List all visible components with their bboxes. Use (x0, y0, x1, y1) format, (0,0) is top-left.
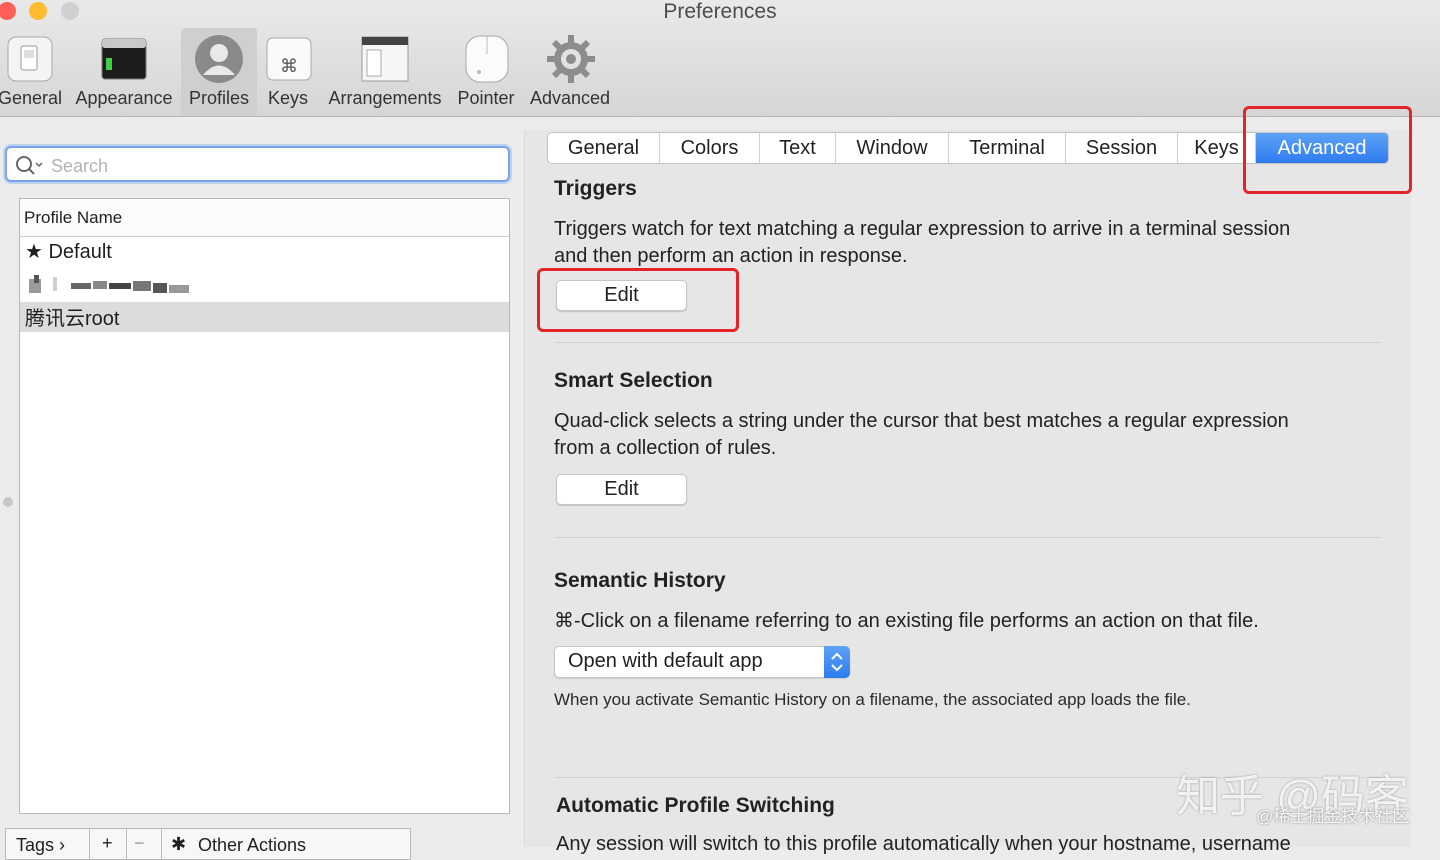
triggers-description-line: Triggers watch for text matching a regul… (554, 218, 1291, 240)
remove-profile-button[interactable]: − (134, 833, 145, 854)
tab-colors[interactable]: Colors (660, 133, 760, 163)
profile-row-label: 腾讯云root (25, 308, 120, 330)
toolbar-general-label: General (0, 88, 63, 108)
smart-selection-description-line: from a collection of rules. (554, 437, 777, 459)
user-silhouette-icon (195, 35, 243, 83)
redacted-profile-name (29, 275, 189, 293)
semantic-history-note: When you activate Semantic History on a … (554, 690, 1191, 709)
split-view-drag-handle[interactable] (3, 497, 13, 507)
semantic-history-selected-option: Open with default app (568, 650, 763, 672)
toolbar-pointer-label: Pointer (457, 88, 515, 108)
triggers-description-line: and then perform an action in response. (554, 245, 908, 267)
toolbar-appearance[interactable]: Appearance (73, 28, 175, 116)
add-profile-button[interactable]: + (102, 833, 113, 854)
toolbar-pointer[interactable]: Pointer (454, 28, 518, 116)
triggers-description: Triggers watch for text matching a regul… (554, 216, 1290, 270)
toolbar-profiles[interactable]: Profiles (181, 28, 257, 116)
divider (126, 829, 127, 859)
smart-selection-edit-button[interactable]: Edit (556, 474, 687, 505)
tab-terminal[interactable]: Terminal (949, 133, 1066, 163)
section-divider (554, 537, 1382, 538)
search-icon (16, 156, 43, 175)
toolbar-appearance-label: Appearance (75, 88, 173, 108)
window-arrangement-icon (361, 36, 409, 82)
semantic-history-description: ⌘-Click on a filename referring to an ex… (554, 610, 1259, 632)
search-input[interactable] (49, 152, 493, 180)
toolbar-keys-label: Keys (267, 88, 309, 108)
toolbar-profiles-label: Profiles (188, 88, 250, 108)
tags-button[interactable]: Tags › (16, 835, 65, 856)
profile-row-tencent-cloud-root[interactable]: 腾讯云root (20, 302, 509, 332)
toolbar-arrangements[interactable]: Arrangements (324, 28, 446, 116)
automatic-profile-switching-description: Any session will switch to this profile … (556, 833, 1291, 855)
profile-search-field[interactable] (5, 146, 510, 182)
semantic-history-action-select[interactable]: Open with default app (554, 646, 850, 678)
mouse-icon (465, 35, 509, 83)
watermark-sub: @稀土掘金技术社区 (1256, 807, 1410, 826)
profile-list-bottom-bar: Tags › + − ✱ Other Actions (5, 828, 411, 860)
toolbar-arrangements-label: Arrangements (328, 88, 442, 108)
section-divider (554, 342, 1382, 343)
divider (161, 829, 162, 859)
general-switch-icon (7, 36, 53, 82)
chevron-up-down-icon (831, 652, 843, 672)
profile-row-label: ★ Default (25, 241, 112, 263)
terminal-window-icon (101, 38, 147, 80)
other-actions-menu[interactable]: Other Actions (198, 835, 306, 856)
tab-window[interactable]: Window (836, 133, 949, 163)
gear-icon (547, 35, 595, 83)
smart-selection-description-line: Quad-click selects a string under the cu… (554, 410, 1289, 432)
semantic-history-title: Semantic History (554, 569, 726, 592)
command-key-icon: ⌘ (266, 37, 312, 81)
svg-text:⌘: ⌘ (280, 56, 298, 77)
toolbar-keys[interactable]: ⌘ Keys (262, 28, 314, 116)
automatic-profile-switching-title: Automatic Profile Switching (556, 794, 835, 817)
profile-row-default[interactable]: ★ Default (20, 239, 509, 269)
profile-list: Profile Name ★ Default 腾讯云root (19, 198, 510, 814)
highlight-box-advanced-tab (1243, 106, 1412, 194)
triggers-title: Triggers (554, 177, 637, 200)
smart-selection-title: Smart Selection (554, 369, 713, 392)
select-stepper (824, 646, 850, 678)
tab-general[interactable]: General (548, 133, 660, 163)
gear-icon: ✱ (171, 834, 187, 854)
toolbar-general[interactable]: General (0, 28, 70, 116)
toolbar-advanced-label: Advanced (529, 88, 611, 108)
window-title: Preferences (663, 0, 777, 23)
profile-row-redacted[interactable] (20, 271, 509, 301)
toolbar-advanced[interactable]: Advanced (527, 28, 613, 116)
profile-name-column-header[interactable]: Profile Name (20, 199, 509, 237)
highlight-box-triggers-edit (537, 268, 739, 332)
tab-session[interactable]: Session (1066, 133, 1178, 163)
tab-text[interactable]: Text (760, 133, 836, 163)
smart-selection-description: Quad-click selects a string under the cu… (554, 408, 1289, 462)
divider (89, 829, 90, 859)
